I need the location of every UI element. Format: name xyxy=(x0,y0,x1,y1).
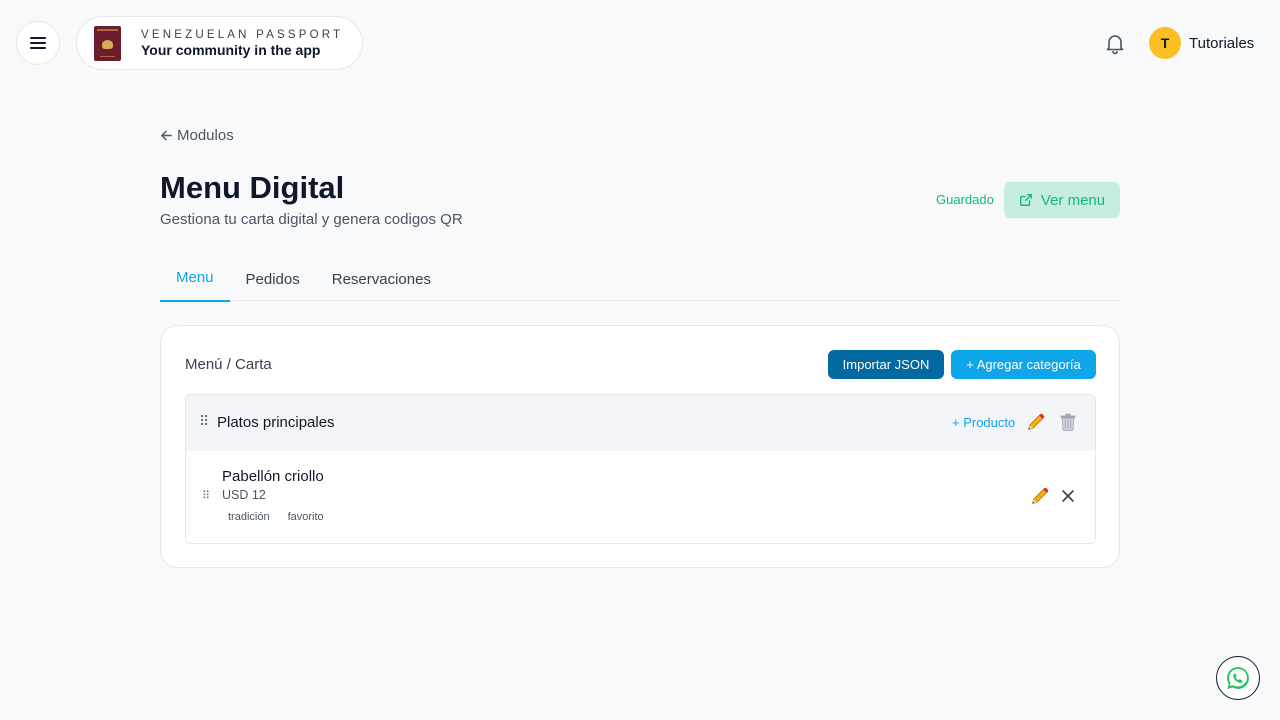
import-json-button[interactable]: Importar JSON xyxy=(828,350,944,379)
add-product-button[interactable]: + Producto xyxy=(952,415,1015,430)
user-name: Tutoriales xyxy=(1189,34,1255,52)
page-title: Menu Digital xyxy=(160,170,345,205)
drag-handle-icon[interactable]: ⠿ xyxy=(199,413,209,430)
menu-card: Menú / Carta Importar JSON + Agregar cat… xyxy=(160,325,1120,568)
hamburger-icon xyxy=(30,37,46,49)
bell-icon[interactable] xyxy=(1103,31,1127,55)
view-menu-button[interactable]: Ver menu xyxy=(1004,182,1120,218)
close-icon[interactable] xyxy=(1059,487,1077,505)
add-category-button[interactable]: + Agregar categoría xyxy=(951,350,1096,379)
back-link[interactable]: Modulos xyxy=(160,127,234,144)
brand-name: VENEZUELAN PASSPORT xyxy=(141,29,344,41)
view-menu-label: Ver menu xyxy=(1040,191,1106,209)
category-header: ⠿ Platos principales + Producto xyxy=(186,395,1095,451)
brand-logo[interactable]: VENEZUELAN PASSPORT Your community in th… xyxy=(76,16,363,70)
drag-handle-icon[interactable]: ⠿ xyxy=(202,489,210,502)
tab-menu[interactable]: Menu xyxy=(160,258,230,302)
tab-pedidos[interactable]: Pedidos xyxy=(230,258,316,301)
arrow-left-icon xyxy=(161,130,172,141)
product-tag: favorito xyxy=(287,511,324,523)
product-tag: tradición xyxy=(228,511,270,523)
passport-icon xyxy=(94,25,121,61)
brand-tagline: Your community in the app xyxy=(141,42,321,58)
product-row: ⠿ Pabellón criollo USD 12 tradición favo… xyxy=(186,451,1095,543)
external-link-icon xyxy=(1019,194,1032,206)
user-menu[interactable]: T Tutoriales xyxy=(1149,27,1254,59)
product-name: Pabellón criollo xyxy=(222,468,324,485)
product-tags: tradición favorito xyxy=(222,510,330,524)
save-status: Guardado xyxy=(936,192,994,207)
category-name: Platos principales xyxy=(217,414,335,431)
tab-reservaciones[interactable]: Reservaciones xyxy=(316,258,447,301)
menu-button[interactable] xyxy=(16,21,60,65)
back-label: Modulos xyxy=(177,127,234,144)
product-price: USD 12 xyxy=(222,488,266,502)
trash-icon[interactable] xyxy=(1057,411,1079,433)
category-block: ⠿ Platos principales + Producto ⠿ Pabell… xyxy=(185,394,1096,544)
avatar: T xyxy=(1149,27,1181,59)
whatsapp-icon xyxy=(1227,667,1249,689)
pencil-icon[interactable] xyxy=(1025,411,1047,433)
pencil-icon[interactable] xyxy=(1029,485,1051,507)
card-title: Menú / Carta xyxy=(185,356,272,373)
tab-bar: Menu Pedidos Reservaciones xyxy=(160,258,1120,302)
whatsapp-button[interactable] xyxy=(1216,656,1260,700)
page-subtitle: Gestiona tu carta digital y genera codig… xyxy=(160,211,463,228)
